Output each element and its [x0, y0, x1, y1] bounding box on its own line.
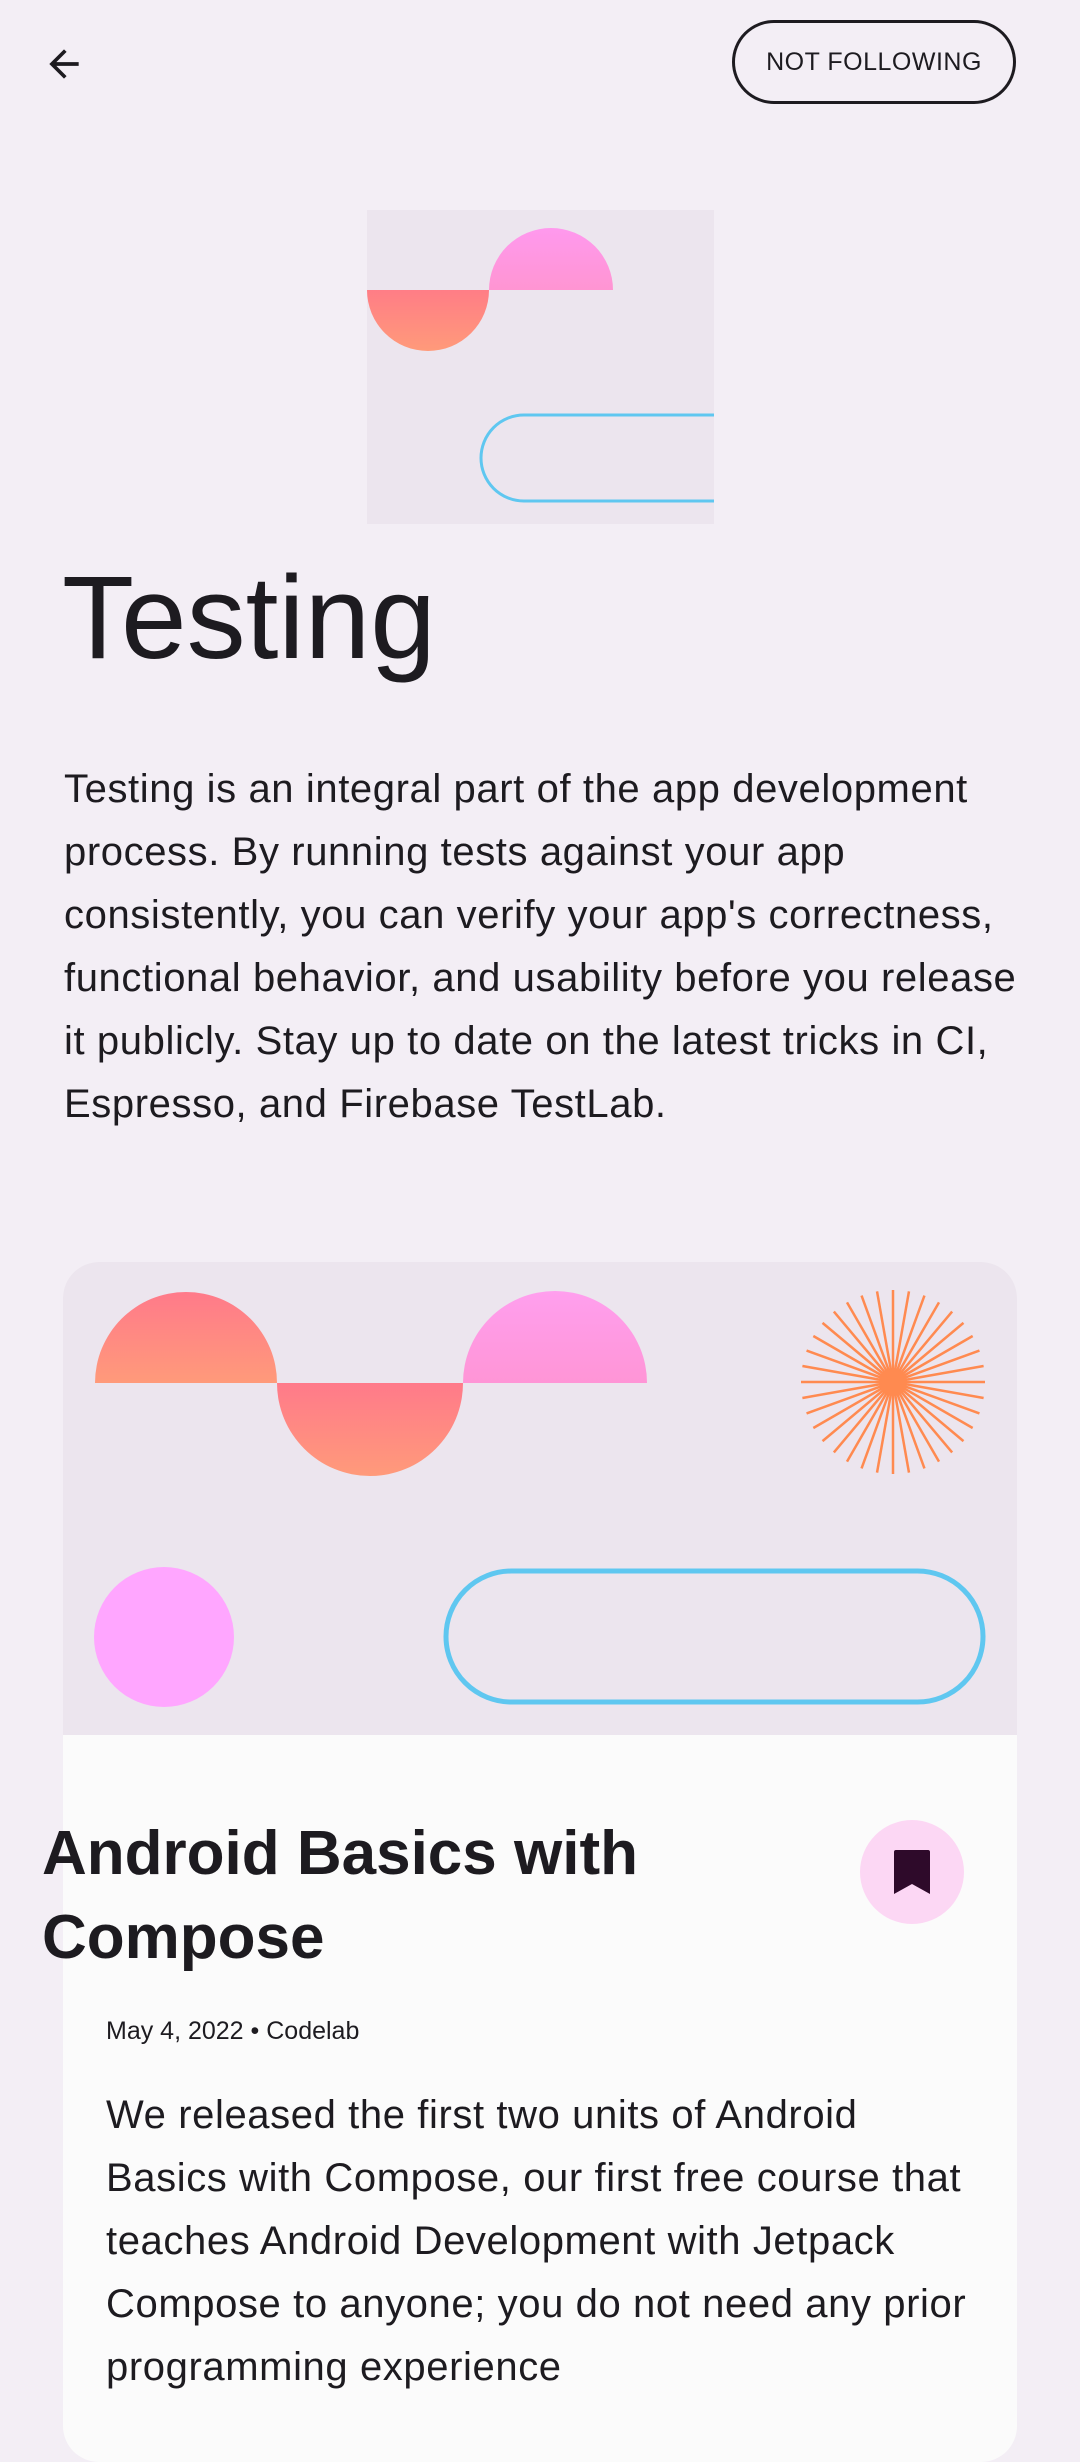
- bookmark-button[interactable]: [860, 1820, 964, 1924]
- topic-description: Testing is an integral part of the app d…: [64, 767, 1017, 1126]
- follow-toggle-button[interactable]: NOT FOLLOWING: [732, 20, 1016, 104]
- magenta-circle-shape: [94, 1567, 234, 1707]
- blue-pill-outline-shape: [443, 1568, 986, 1705]
- top-app-bar: NOT FOLLOWING: [0, 0, 1080, 128]
- bookmark-icon: [894, 1850, 930, 1894]
- pink-half-circle-shape: [463, 1291, 647, 1383]
- card-title: Android Basics with Compose: [42, 1819, 638, 1972]
- topic-title: Testing: [62, 552, 436, 684]
- topic-illustration: [367, 210, 714, 524]
- pink-half-circle-shape: [489, 228, 613, 290]
- back-button[interactable]: [28, 28, 100, 100]
- blue-pill-outline-shape: [479, 413, 714, 503]
- follow-button-label: NOT FOLLOWING: [766, 47, 982, 76]
- card-description: We released the first two units of Andro…: [106, 2093, 967, 2389]
- card-header-image: [63, 1262, 1017, 1735]
- topic-illustration-art: [367, 228, 714, 503]
- arrow-back-icon: [49, 49, 79, 79]
- coral-half-circle-shape: [95, 1292, 277, 1383]
- coral-half-circle-shape: [277, 1383, 463, 1476]
- orange-starburst-shape: [801, 1290, 985, 1474]
- card-header-art: [94, 1290, 986, 1707]
- coral-half-circle-shape: [367, 290, 489, 351]
- card-date-type: May 4, 2022 • Codelab: [106, 2017, 360, 2045]
